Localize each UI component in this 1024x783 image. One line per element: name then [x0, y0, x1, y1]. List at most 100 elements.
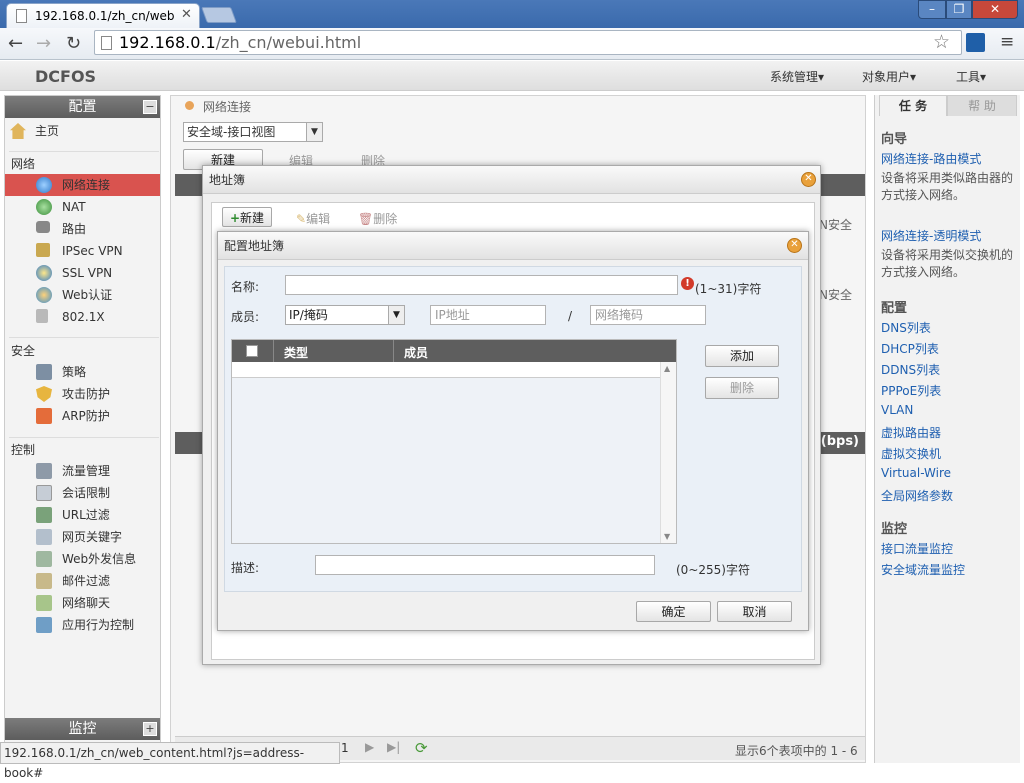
- remove-button[interactable]: 删除: [705, 377, 779, 399]
- link-virtual-router[interactable]: 虚拟路由器: [881, 424, 941, 441]
- refresh-icon[interactable]: ⟳: [415, 739, 428, 757]
- member-table-scrollbar[interactable]: ▲ ▼: [660, 362, 676, 543]
- scroll-up-icon[interactable]: ▲: [664, 364, 670, 373]
- menu-tools[interactable]: 工具▾: [956, 68, 986, 85]
- ip-address-input[interactable]: IP地址: [430, 305, 546, 325]
- sidebar-item-attack-protection[interactable]: 攻击防护: [5, 383, 160, 405]
- reload-icon[interactable]: ↻: [66, 33, 81, 54]
- new-tab-button[interactable]: [201, 7, 237, 23]
- addressbook-delete-button[interactable]: 🗑删除: [358, 210, 397, 227]
- expand-icon[interactable]: +: [143, 722, 157, 736]
- url-host: 192.168.0.1: [119, 33, 216, 52]
- sidebar-item-chat[interactable]: 网络聊天: [5, 592, 160, 614]
- collapse-icon[interactable]: −: [143, 100, 157, 114]
- pager-info: 显示6个表项中的 1 - 6: [735, 744, 858, 758]
- select-all-checkbox[interactable]: [246, 345, 258, 357]
- breadcrumb: 网络连接: [203, 100, 252, 114]
- sidebar-item-arp-protection[interactable]: ARP防护: [5, 405, 160, 427]
- addressbook-edit-button[interactable]: ✎编辑: [296, 210, 330, 227]
- link-virtual-wire[interactable]: Virtual-Wire: [881, 466, 951, 480]
- link-transparent-mode[interactable]: 网络连接-透明模式: [881, 227, 981, 244]
- sidebar-item-url-filter[interactable]: URL过滤: [5, 504, 160, 526]
- monitor-header[interactable]: 监控 +: [5, 718, 160, 740]
- link-dhcp[interactable]: DHCP列表: [881, 340, 939, 357]
- sidebar-item-policy[interactable]: 策略: [5, 361, 160, 383]
- sidebar-item-ssl-vpn[interactable]: SSL VPN: [5, 262, 160, 284]
- link-zone-traffic[interactable]: 安全域流量监控: [881, 561, 965, 578]
- bookmark-star-icon[interactable]: ☆: [933, 31, 950, 53]
- browser-tab[interactable]: 192.168.0.1/zh_cn/webu ✕: [6, 3, 200, 28]
- link-virtual-switch[interactable]: 虚拟交换机: [881, 445, 941, 462]
- address-bar[interactable]: 192.168.0.1/zh_cn/webui.html ☆: [94, 30, 962, 55]
- link-route-mode[interactable]: 网络连接-路由模式: [881, 150, 981, 167]
- close-icon[interactable]: ✕: [801, 172, 816, 187]
- link-vlan[interactable]: VLAN: [881, 403, 913, 417]
- arp-icon: [36, 408, 52, 424]
- link-dns[interactable]: DNS列表: [881, 319, 931, 336]
- link-pppoe[interactable]: PPPoE列表: [881, 382, 941, 399]
- sidebar-item-mail-filter[interactable]: 邮件过滤: [5, 570, 160, 592]
- config-form: 名称: ! (1~31)字符 成员: IP/掩码 ▼ IP地址 / 网络掩码 类…: [224, 266, 802, 592]
- web-auth-icon: [36, 287, 52, 303]
- config-dialog-title: 配置地址簿: [224, 239, 285, 253]
- slash-separator: /: [568, 309, 573, 323]
- col-divider: [273, 340, 274, 362]
- app-control-icon: [36, 617, 52, 633]
- next-page-icon[interactable]: ▶: [365, 740, 374, 754]
- description-input[interactable]: [315, 555, 655, 575]
- tab-help[interactable]: 帮 助: [947, 95, 1017, 116]
- member-table: 类型 成员 ▲ ▼: [231, 339, 677, 544]
- view-select[interactable]: 安全域-接口视图 ▼: [183, 122, 323, 142]
- route-mode-desc: 设备将采用类似路由器的方式接入网络。: [881, 171, 1014, 202]
- row-text: N安全: [819, 288, 852, 302]
- menu-system[interactable]: 系统管理▾: [770, 68, 824, 85]
- extension-icon[interactable]: [966, 33, 985, 52]
- forward-icon[interactable]: →: [36, 33, 51, 54]
- add-button[interactable]: 添加: [705, 345, 779, 367]
- sidebar-item-traffic-mgmt[interactable]: 流量管理: [5, 460, 160, 482]
- config-dialog-header: 配置地址簿: [218, 232, 808, 260]
- sidebar-item-8021x[interactable]: 802.1X: [5, 306, 160, 328]
- link-ddns[interactable]: DDNS列表: [881, 361, 940, 378]
- chevron-down-icon: ▼: [388, 306, 404, 324]
- sidebar-item-ipsec-vpn[interactable]: IPSec VPN: [5, 240, 160, 262]
- sidebar-item-app-control[interactable]: 应用行为控制: [5, 614, 160, 636]
- sidebar-item-network-connection[interactable]: 网络连接: [5, 174, 160, 196]
- app-header: DCFOS 系统管理▾ 对象用户▾ 工具▾: [0, 61, 1024, 91]
- name-input[interactable]: [285, 275, 678, 295]
- ok-button[interactable]: 确定: [636, 601, 711, 622]
- link-global-params[interactable]: 全局网络参数: [881, 487, 953, 504]
- sidebar-item-web-outgoing[interactable]: Web外发信息: [5, 548, 160, 570]
- maximize-button[interactable]: ❐: [946, 0, 972, 19]
- sidebar-title: 配置: [68, 99, 97, 115]
- addressbook-new-button[interactable]: +新建: [222, 207, 272, 227]
- member-table-header: 类型 成员: [232, 340, 676, 362]
- right-panel: 任 务 帮 助 向导 网络连接-路由模式 设备将采用类似路由器的方式接入网络。 …: [874, 95, 1020, 763]
- page-icon: [16, 9, 27, 23]
- divider: [9, 151, 159, 152]
- netmask-input[interactable]: 网络掩码: [590, 305, 706, 325]
- sidebar-item-session-limit[interactable]: 会话限制: [5, 482, 160, 504]
- menu-objects[interactable]: 对象用户▾: [862, 68, 916, 85]
- member-type-select[interactable]: IP/掩码 ▼: [285, 305, 405, 325]
- close-icon[interactable]: ✕: [787, 238, 802, 253]
- sidebar-item-route[interactable]: 路由: [5, 218, 160, 240]
- sidebar-item-web-auth[interactable]: Web认证: [5, 284, 160, 306]
- back-icon[interactable]: ←: [8, 33, 23, 54]
- globe-icon: [36, 177, 52, 193]
- window-close-button[interactable]: ✕: [972, 0, 1018, 19]
- menu-icon[interactable]: ≡: [1000, 32, 1014, 52]
- divider: [9, 337, 159, 338]
- sidebar-item-nat[interactable]: NAT: [5, 196, 160, 218]
- minimize-button[interactable]: –: [918, 0, 946, 19]
- nat-icon: [36, 199, 52, 215]
- link-interface-traffic[interactable]: 接口流量监控: [881, 540, 953, 557]
- last-page-icon[interactable]: ▶|: [387, 740, 400, 754]
- tab-tasks[interactable]: 任 务: [879, 95, 947, 116]
- member-label: 成员:: [231, 310, 260, 324]
- scroll-down-icon[interactable]: ▼: [664, 532, 670, 541]
- sidebar-item-home[interactable]: 主页: [5, 120, 160, 142]
- tab-close-icon[interactable]: ✕: [181, 7, 192, 22]
- cancel-button[interactable]: 取消: [717, 601, 792, 622]
- sidebar-item-web-keyword[interactable]: 网页关键字: [5, 526, 160, 548]
